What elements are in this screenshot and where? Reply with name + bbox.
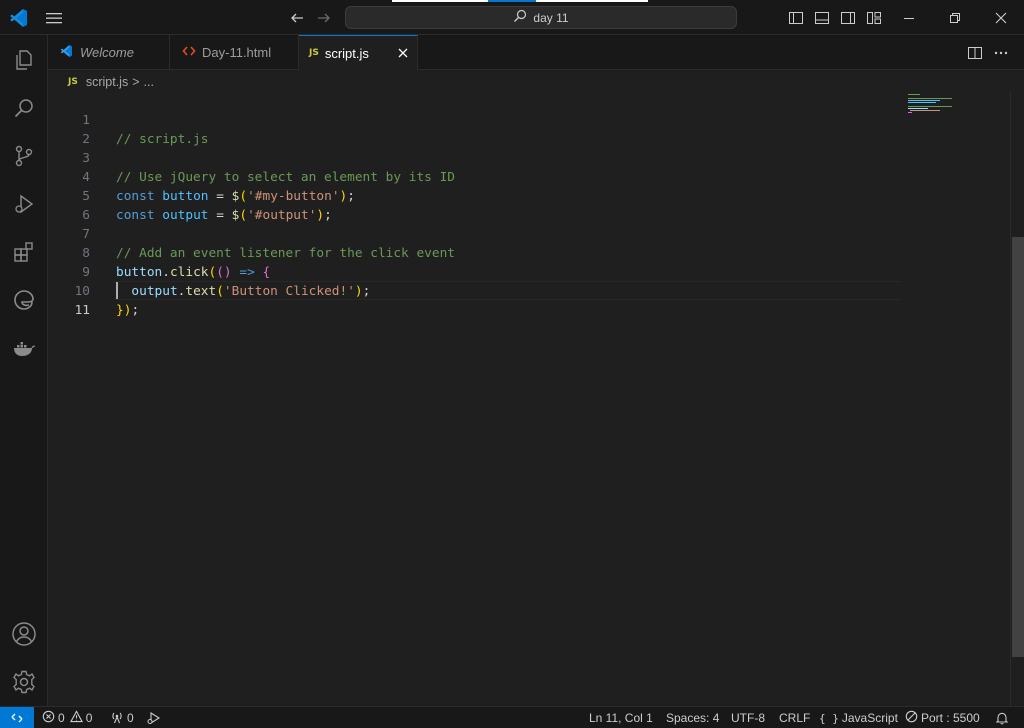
code-line: 7 // Add an event listener for the click… — [48, 206, 948, 261]
tab-label: Welcome — [80, 45, 134, 60]
menu-icon[interactable] — [40, 6, 68, 30]
close-window-icon[interactable] — [978, 0, 1024, 35]
code-line: 9 output.text('Button Clicked!'); — [48, 244, 948, 299]
scrollbar-thumb[interactable] — [1012, 237, 1024, 657]
account-icon[interactable] — [0, 610, 48, 658]
code-line: 2 — [48, 111, 948, 147]
code-editor[interactable]: 1 // script.js 2 3 // Use jQuery to sele… — [48, 92, 1010, 706]
ports-indicator[interactable]: 0 — [110, 707, 134, 728]
eol-setting[interactable]: CRLF — [779, 707, 810, 728]
language-label: JavaScript — [841, 711, 898, 725]
toggle-primary-sidebar-icon[interactable] — [785, 7, 807, 29]
search-icon — [513, 9, 527, 26]
forward-arrow-icon[interactable] — [312, 6, 336, 30]
toggle-panel-icon[interactable] — [811, 7, 833, 29]
customize-layout-icon[interactable] — [863, 7, 885, 29]
warning-count: 0 — [85, 711, 93, 725]
line-code: }); — [116, 303, 140, 318]
minimize-icon[interactable] — [886, 0, 932, 35]
error-icon — [42, 710, 55, 726]
command-center-search[interactable]: day 11 — [345, 6, 737, 29]
code-line: 8 button.click(() => { — [48, 225, 948, 280]
code-line: 1 // script.js — [48, 92, 948, 147]
vscode-logo-icon — [6, 6, 30, 30]
braces-icon: { } — [819, 711, 839, 725]
title-bar: day 11 — [0, 0, 1024, 35]
minimap[interactable] — [906, 92, 1006, 142]
code-line: 5 const output = $('#output'); — [48, 168, 948, 223]
back-arrow-icon[interactable] — [285, 6, 309, 30]
debug-launch-icon[interactable] — [146, 707, 161, 728]
language-mode[interactable]: { } JavaScript — [819, 707, 898, 728]
code-line: 4 const button = $('#my-button'); — [48, 149, 948, 204]
split-editor-icon[interactable] — [965, 43, 985, 63]
breadcrumb-separator: > — [132, 75, 140, 89]
tab-day-11-html[interactable]: Day-11.html — [170, 35, 299, 70]
code-line: 3 // Use jQuery to select an element by … — [48, 130, 948, 185]
settings-gear-icon[interactable] — [0, 658, 48, 706]
search-text: day 11 — [533, 10, 569, 25]
docker-icon[interactable] — [0, 324, 48, 372]
tab-welcome[interactable]: Welcome — [48, 35, 170, 70]
close-tab-icon[interactable] — [395, 45, 411, 61]
edge-browser-icon[interactable] — [0, 276, 48, 324]
error-count: 0 — [58, 711, 65, 725]
toggle-secondary-sidebar-icon[interactable] — [837, 7, 859, 29]
live-server-port[interactable]: Port : 5500 — [905, 707, 980, 728]
more-actions-icon[interactable] — [991, 43, 1011, 63]
problems-indicator[interactable]: 0 0 — [42, 707, 92, 728]
js-file-icon: JS — [309, 48, 319, 58]
vscode-logo-icon — [58, 43, 74, 62]
extensions-icon[interactable] — [0, 228, 48, 276]
indentation-setting[interactable]: Spaces: 4 — [666, 707, 719, 728]
warning-icon — [69, 710, 83, 726]
breadcrumb-more[interactable]: ... — [144, 75, 154, 89]
tab-label: script.js — [324, 45, 369, 61]
status-bar: 0 0 0 Ln 11, Col 1 Spaces: 4 UTF-8 CRLF … — [0, 706, 1024, 728]
html-file-icon — [180, 44, 196, 61]
progress-indicator — [392, 0, 648, 2]
activity-bar — [0, 35, 48, 706]
port-label: Port : 5500 — [921, 711, 980, 725]
ports-count: 0 — [127, 711, 134, 725]
encoding-setting[interactable]: UTF-8 — [731, 707, 765, 728]
editor-scrollbar[interactable] — [1010, 92, 1024, 706]
code-line: 10 }); — [48, 263, 948, 318]
search-icon[interactable] — [0, 84, 48, 132]
editor-tabs: Welcome Day-11.html JS script.js — [48, 35, 1024, 70]
restore-icon[interactable] — [932, 0, 978, 35]
js-file-icon: JS — [68, 77, 78, 87]
cursor-position[interactable]: Ln 11, Col 1 — [589, 707, 653, 728]
text-cursor — [116, 282, 118, 299]
code-line: 11 — [48, 282, 948, 318]
explorer-icon[interactable] — [0, 36, 48, 84]
breadcrumb-file[interactable]: script.js — [86, 75, 128, 89]
notifications-bell-icon[interactable] — [995, 707, 1009, 728]
breadcrumb: JS script.js > ... — [48, 71, 1008, 93]
line-number: 11 — [74, 303, 90, 318]
source-control-icon[interactable] — [0, 132, 48, 180]
broadcast-icon — [110, 710, 124, 727]
run-debug-icon[interactable] — [0, 180, 48, 228]
remote-indicator-icon[interactable] — [0, 707, 34, 728]
code-line: 6 — [48, 187, 948, 223]
tab-script-js[interactable]: JS script.js — [299, 35, 418, 70]
tab-label: Day-11.html — [202, 45, 272, 60]
block-icon — [905, 710, 918, 726]
